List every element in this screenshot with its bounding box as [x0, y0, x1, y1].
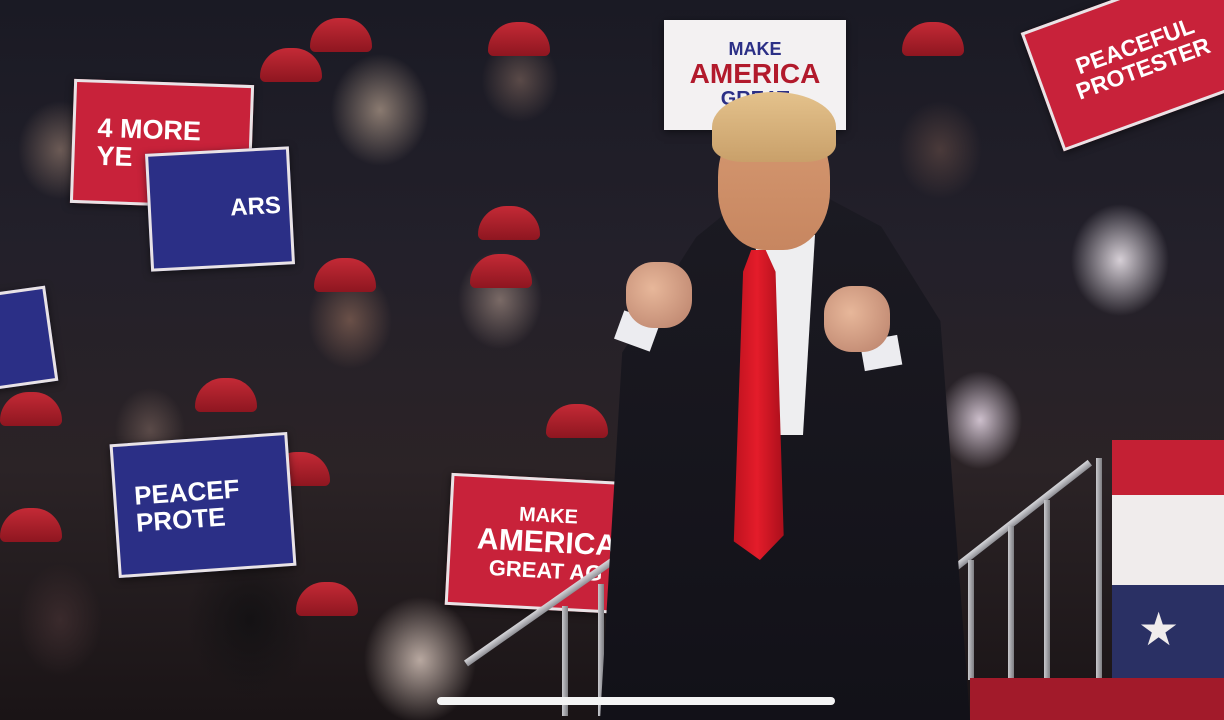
sign-text-line: ARS	[229, 192, 282, 222]
left-fist	[626, 262, 692, 328]
sign-text-line: AMERICA	[689, 58, 821, 90]
sign-peaceful-protester-left: PEACEF PROTE	[109, 431, 297, 579]
home-indicator-bar[interactable]	[437, 697, 835, 705]
railing-post	[1044, 500, 1050, 680]
sign-text-line: PROTE	[135, 501, 227, 538]
sign-four-more-years-blue: ARS	[145, 146, 295, 272]
sign-text-line: MAKE	[728, 39, 782, 60]
flag-star-icon: ★	[1138, 602, 1180, 656]
blond-hair	[712, 92, 836, 162]
stage-platform	[970, 678, 1224, 720]
railing-post	[1008, 526, 1014, 680]
video-frame: 4 MORE YE ARS PEACEFUL PROTESTER MAKE AM…	[0, 0, 1224, 720]
railing-post	[1096, 458, 1102, 680]
railing-post	[968, 560, 974, 680]
right-fist	[824, 286, 890, 352]
sign-text-line: YE	[96, 140, 134, 172]
